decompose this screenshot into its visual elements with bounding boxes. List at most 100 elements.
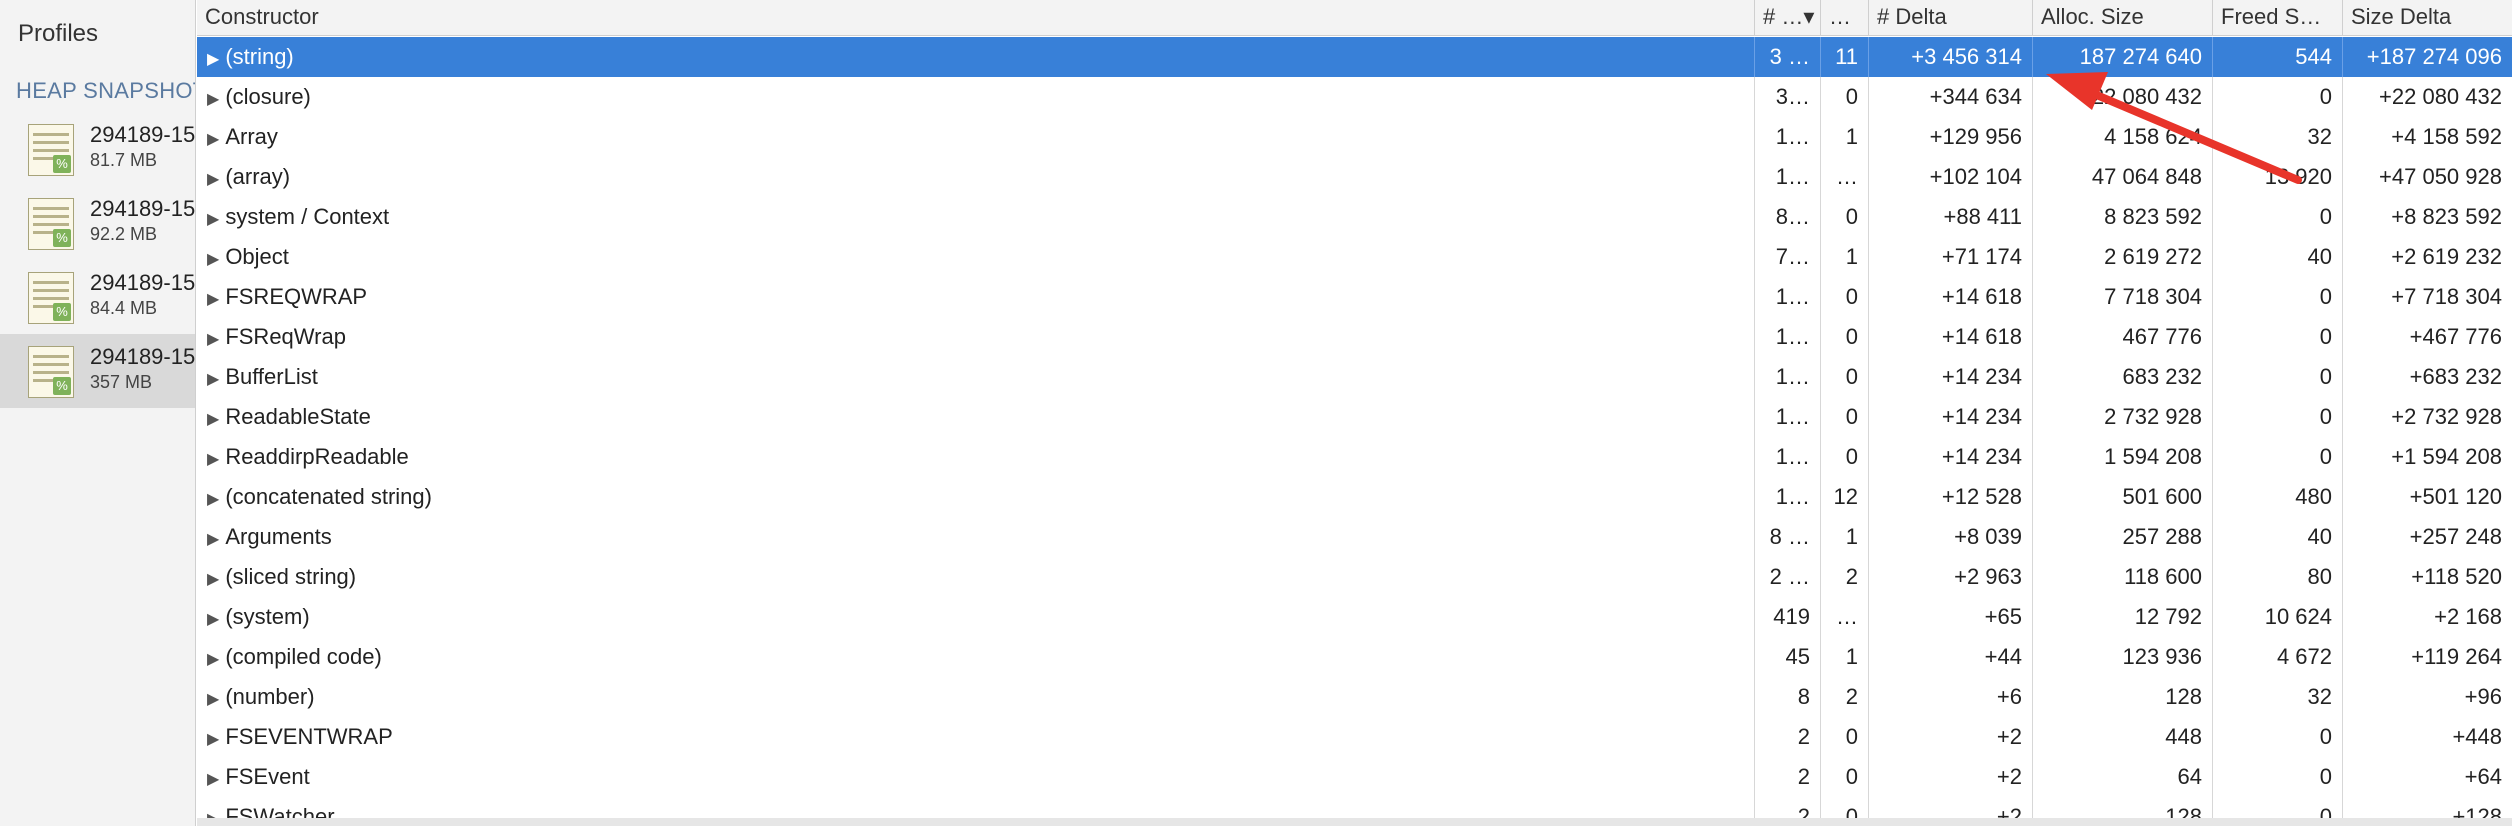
table-row[interactable]: ▶ (string) 3 … 11 +3 456 314 187 274 640 544 +1…	[197, 37, 2512, 77]
disclosure-triangle-icon[interactable]: ▶	[207, 400, 219, 437]
table-row[interactable]: ▶ Object 7… 1 +71 174 2 619 272 40 +2 619 232	[197, 237, 2512, 277]
cell-alloc-size: 64	[2033, 757, 2213, 797]
table-row[interactable]: ▶ (closure) 3… 0 +344 634 22 080 432 0 +22 080 …	[197, 77, 2512, 117]
cell-deleted-count: 0	[1821, 77, 1869, 117]
disclosure-triangle-icon[interactable]: ▶	[207, 480, 219, 517]
column-header-delta[interactable]: # Delta	[1869, 0, 2033, 36]
disclosure-triangle-icon[interactable]: ▶	[207, 320, 219, 357]
cell-deleted-count: 1	[1821, 117, 1869, 157]
cell-deleted-count: 0	[1821, 357, 1869, 397]
cell-deleted-count: 0	[1821, 757, 1869, 797]
table-row[interactable]: ▶ FSREQWRAP 1… 0 +14 618 7 718 304 0 +7 718 304	[197, 277, 2512, 317]
snapshot-item[interactable]: % 294189-15 92.2 MB	[0, 186, 195, 260]
cell-new-count: 1…	[1755, 157, 1821, 197]
constructor-name: FSEvent	[225, 764, 310, 789]
snapshot-name: 294189-15	[90, 270, 196, 295]
constructor-name: Arguments	[225, 524, 332, 549]
cell-deleted-count: …	[1821, 597, 1869, 637]
cell-size-delta: +96	[2464, 684, 2502, 709]
cell-size-delta: +2 168	[2434, 604, 2502, 629]
table-row[interactable]: ▶ (compiled code) 45 1 +44 123 936 4 672 +119 2…	[197, 637, 2512, 677]
disclosure-triangle-icon[interactable]: ▶	[207, 520, 219, 557]
cell-delta: +14 234	[1869, 397, 2033, 437]
column-header-new-count[interactable]: # …▾	[1755, 0, 1821, 36]
cell-alloc-size: 257 288	[2033, 517, 2213, 557]
table-row[interactable]: ▶ (number) 8 2 +6 128 32 +96	[197, 677, 2512, 717]
table-row[interactable]: ▶ Array 1… 1 +129 956 4 158 624 32 +4 158 592	[197, 117, 2512, 157]
table-row[interactable]: ▶ (concatenated string) 1… 12 +12 528 501 600…	[197, 477, 2512, 517]
disclosure-triangle-icon[interactable]: ▶	[207, 120, 219, 157]
cell-delta: +2	[1869, 717, 2033, 757]
cell-alloc-size: 128	[2033, 677, 2213, 717]
cell-constructor: ▶ (system)	[197, 597, 1755, 637]
table-row[interactable]: ▶ Arguments 8 … 1 +8 039 257 288 40 +257 248	[197, 517, 2512, 557]
cell-freed-size: 40	[2213, 237, 2343, 277]
disclosure-triangle-icon[interactable]: ▶	[207, 240, 219, 277]
table-row[interactable]: ▶ system / Context 8… 0 +88 411 8 823 592 0 +8 …	[197, 197, 2512, 237]
constructor-name: BufferList	[225, 364, 318, 389]
cell-alloc-size: 448	[2033, 717, 2213, 757]
cell-alloc-size: 683 232	[2033, 357, 2213, 397]
snapshot-item[interactable]: % 294189-15 84.4 MB	[0, 260, 196, 334]
disclosure-triangle-icon[interactable]: ▶	[207, 560, 219, 597]
disclosure-triangle-icon[interactable]: ▶	[207, 360, 219, 397]
disclosure-triangle-icon[interactable]: ▶	[207, 80, 219, 117]
disclosure-triangle-icon[interactable]: ▶	[207, 640, 219, 677]
cell-size-delta: +119 264	[2411, 644, 2502, 669]
heap-snapshot-icon: %	[28, 272, 74, 324]
cell-alloc-size: 2 619 272	[2033, 237, 2213, 277]
cell-size-delta: +7 718 304	[2391, 284, 2502, 309]
table-row[interactable]: ▶ (sliced string) 2 … 2 +2 963 118 600 80 +118 …	[197, 557, 2512, 597]
disclosure-triangle-icon[interactable]: ▶	[207, 280, 219, 317]
cell-freed-size: 80	[2213, 557, 2343, 597]
cell-new-count: 1…	[1755, 317, 1821, 357]
snapshot-item[interactable]: % 294189-15 357 MB	[0, 334, 195, 408]
column-header-deleted-count[interactable]: …	[1821, 0, 1869, 36]
disclosure-triangle-icon[interactable]: ▶	[207, 160, 219, 197]
table-row[interactable]: ▶ ReadableState 1… 0 +14 234 2 732 928 0 +2 732…	[197, 397, 2512, 437]
disclosure-triangle-icon[interactable]: ▶	[207, 760, 219, 797]
column-header-alloc-size[interactable]: Alloc. Size	[2033, 0, 2213, 36]
cell-alloc-size: 123 936	[2033, 637, 2213, 677]
cell-deleted-count: 0	[1821, 197, 1869, 237]
snapshot-item[interactable]: % 294189-15 81.7 MB	[0, 112, 195, 186]
table-row[interactable]: ▶ (system) 419… +65 12 792 10 624 +2 168	[197, 597, 2512, 637]
table-body: ▶ (string) 3 … 11 +3 456 314 187 274 640 544 +1…	[197, 37, 2512, 826]
column-header-size-delta[interactable]: Size Delta	[2343, 0, 2512, 36]
constructor-name: FSEVENTWRAP	[225, 724, 393, 749]
cell-freed-size: 40	[2213, 517, 2343, 557]
table-row[interactable]: ▶ FSEVENTWRAP 2 0 +2 448 0 +448	[197, 717, 2512, 757]
disclosure-triangle-icon[interactable]: ▶	[207, 600, 219, 637]
table-row[interactable]: ▶ ReaddirpReadable 1… 0 +14 234 1 594 208 0 +1 …	[197, 437, 2512, 477]
cell-constructor: ▶ Arguments	[197, 517, 1755, 557]
table-row[interactable]: ▶ FSEvent 2 0 +2 64 0 +64	[197, 757, 2512, 797]
disclosure-triangle-icon[interactable]: ▶	[207, 440, 219, 477]
cell-constructor: ▶ FSEVENTWRAP	[197, 717, 1755, 757]
disclosure-triangle-icon[interactable]: ▶	[207, 720, 219, 757]
cell-new-count: 3…	[1755, 77, 1821, 117]
table-row[interactable]: ▶ (array) 1…… +102 104 47 064 848 13 920 +47 0…	[197, 157, 2512, 197]
constructor-name: (number)	[225, 684, 315, 709]
disclosure-triangle-icon[interactable]: ▶	[207, 40, 219, 77]
disclosure-triangle-icon[interactable]: ▶	[207, 200, 219, 237]
table-row[interactable]: ▶ FSReqWrap 1… 0 +14 618 467 776 0 +467 776	[197, 317, 2512, 357]
column-header-constructor[interactable]: Constructor	[197, 0, 1755, 36]
cell-delta: +14 234	[1869, 437, 2033, 477]
constructor-name: (string)	[225, 44, 294, 69]
horizontal-scrollbar[interactable]	[197, 818, 2512, 826]
cell-size-delta: +187 274 096	[2366, 44, 2502, 69]
cell-delta: +102 104	[1869, 157, 2033, 197]
cell-alloc-size: 2 732 928	[2033, 397, 2213, 437]
cell-alloc-size: 12 792	[2033, 597, 2213, 637]
column-header-freed-size[interactable]: Freed S…	[2213, 0, 2343, 36]
cell-deleted-count: 12	[1821, 477, 1869, 517]
cell-size-delta: +2 619 232	[2391, 244, 2502, 269]
cell-delta: +2 963	[1869, 557, 2033, 597]
constructor-name: (concatenated string)	[225, 484, 432, 509]
disclosure-triangle-icon[interactable]: ▶	[207, 680, 219, 717]
constructor-name: (system)	[225, 604, 310, 629]
cell-deleted-count: 0	[1821, 317, 1869, 357]
table-row[interactable]: ▶ BufferList 1… 0 +14 234 683 232 0 +683 232	[197, 357, 2512, 397]
cell-size-delta: +467 776	[2409, 324, 2502, 349]
cell-deleted-count: 2	[1821, 677, 1869, 717]
